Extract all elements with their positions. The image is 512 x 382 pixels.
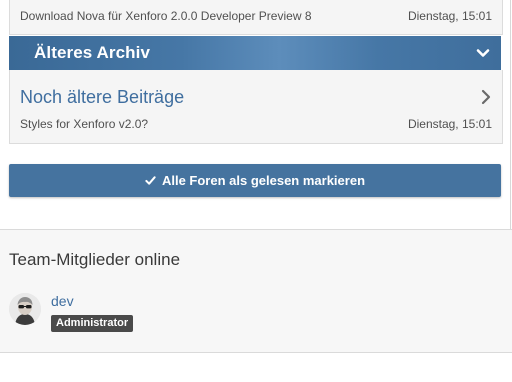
- latest-post-time[interactable]: Dienstag, 15:01: [408, 117, 492, 131]
- page: Download Nova für Xenforo 2.0.0 Develope…: [0, 0, 512, 382]
- category-title[interactable]: Älteres Archiv: [34, 43, 150, 63]
- role-badge: Administrator: [51, 315, 134, 332]
- category-header[interactable]: Älteres Archiv: [9, 36, 501, 70]
- staff-online-block: Team-Mitglieder online dev Administrator: [0, 229, 512, 353]
- sidebar-title: Team-Mitglieder online: [9, 250, 181, 269]
- node-previous: Download Nova für Xenforo 2.0.0 Develope…: [9, 0, 503, 35]
- mark-forums-read-button[interactable]: Alle Foren als gelesen markieren: [9, 164, 501, 197]
- latest-post-time[interactable]: Dienstag, 15:01: [408, 9, 492, 23]
- node-latest-line: Styles for Xenforo v2.0? Dienstag, 15:01: [20, 117, 492, 131]
- node-title[interactable]: Noch ältere Beiträge: [20, 87, 184, 108]
- node-latest-line: Download Nova für Xenforo 2.0.0 Develope…: [20, 9, 492, 23]
- check-icon: [145, 175, 156, 186]
- member-name-link[interactable]: dev: [51, 293, 74, 309]
- chevron-down-icon[interactable]: [475, 45, 491, 61]
- node-noch-aeltere-beitraege: Noch ältere Beiträge Styles for Xenforo …: [9, 70, 503, 144]
- mark-forums-read-label: Alle Foren als gelesen markieren: [161, 173, 366, 188]
- chevron-right-icon[interactable]: [480, 88, 492, 106]
- forum-list: Download Nova für Xenforo 2.0.0 Develope…: [0, 0, 511, 229]
- latest-thread-link[interactable]: Styles for Xenforo v2.0?: [20, 117, 148, 131]
- latest-thread-link[interactable]: Download Nova für Xenforo 2.0.0 Develope…: [20, 9, 312, 23]
- avatar[interactable]: [9, 293, 41, 325]
